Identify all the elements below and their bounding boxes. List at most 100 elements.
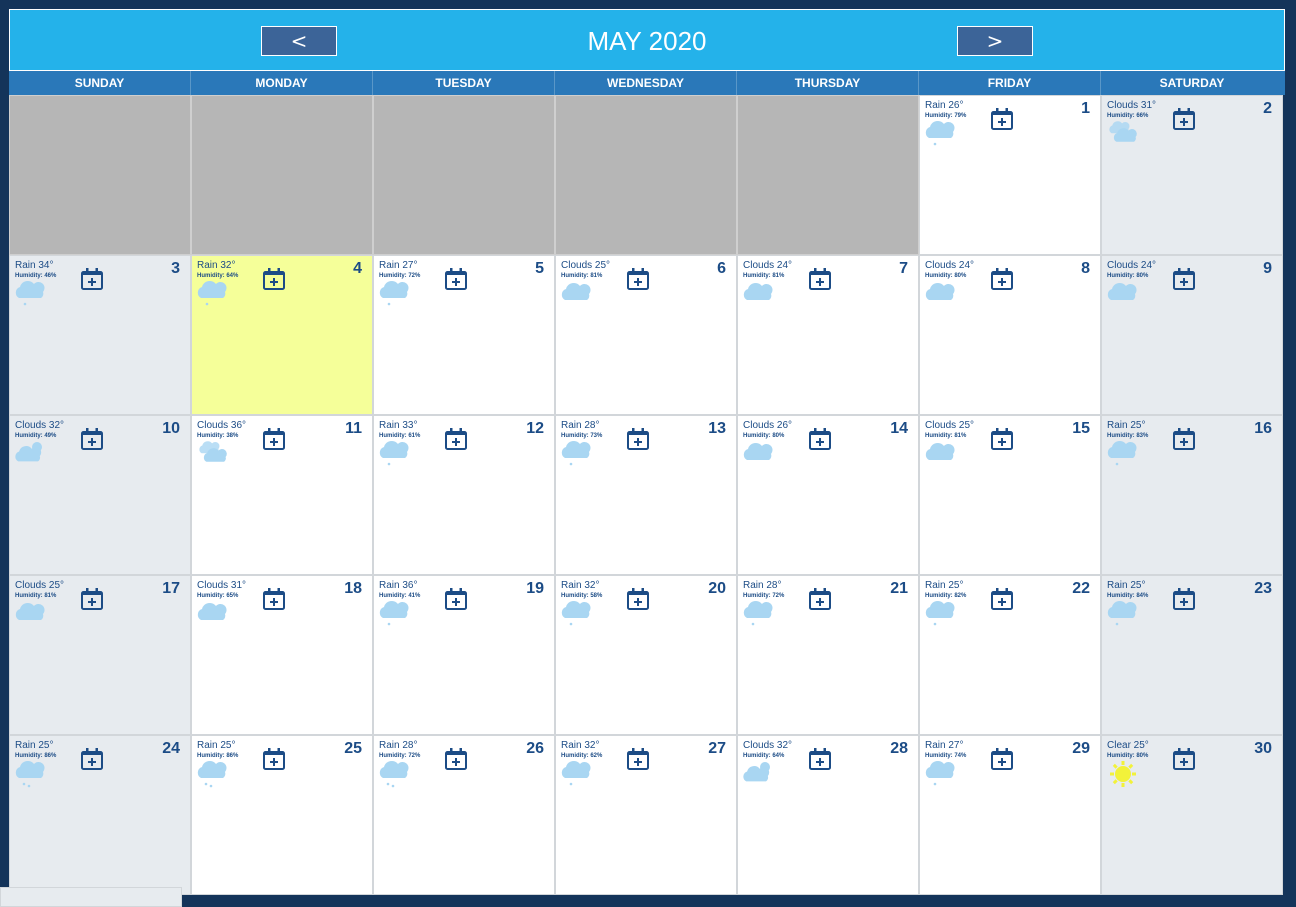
day-cell[interactable]: Rain 25° Humidity: 86% 25 xyxy=(191,735,373,895)
day-cell[interactable]: Clouds 24° Humidity: 80% 9 xyxy=(1101,255,1283,415)
add-event-icon[interactable] xyxy=(626,427,650,451)
day-cell[interactable]: Rain 26° Humidity: 79% 1 xyxy=(919,95,1101,255)
humidity-label: Humidity: 73% xyxy=(561,433,603,439)
day-cell[interactable]: Clouds 25° Humidity: 81% 17 xyxy=(9,575,191,735)
day-cell[interactable]: Rain 25° Humidity: 82% 22 xyxy=(919,575,1101,735)
day-cell[interactable]: Clear 25° Humidity: 80% 30 xyxy=(1101,735,1283,895)
weather-condition: Clouds 25° xyxy=(561,260,611,271)
day-cell[interactable]: Rain 36° Humidity: 41% 19 xyxy=(373,575,555,735)
humidity-label: Humidity: 61% xyxy=(379,433,421,439)
day-number: 6 xyxy=(717,260,726,277)
add-event-icon[interactable] xyxy=(1172,107,1196,131)
humidity-label: Humidity: 58% xyxy=(561,593,603,599)
weather-condition: Clouds 25° xyxy=(15,580,65,591)
day-cell[interactable]: Clouds 24° Humidity: 81% 7 xyxy=(737,255,919,415)
humidity-label: Humidity: 84% xyxy=(1107,593,1149,599)
add-event-icon[interactable] xyxy=(808,747,832,771)
day-number: 27 xyxy=(708,740,726,757)
day-cell[interactable]: Rain 28° Humidity: 72% 21 xyxy=(737,575,919,735)
humidity-label: Humidity: 80% xyxy=(1107,753,1149,759)
day-cell[interactable]: Rain 27° Humidity: 72% 5 xyxy=(373,255,555,415)
empty-day-cell xyxy=(737,95,919,255)
day-cell[interactable]: Clouds 31° Humidity: 65% 18 xyxy=(191,575,373,735)
add-event-icon[interactable] xyxy=(808,587,832,611)
day-cell[interactable]: Rain 25° Humidity: 84% 23 xyxy=(1101,575,1283,735)
day-cell[interactable]: Rain 33° Humidity: 61% 12 xyxy=(373,415,555,575)
add-event-icon[interactable] xyxy=(80,587,104,611)
weather-condition: Clouds 36° xyxy=(197,420,247,431)
add-event-icon[interactable] xyxy=(808,267,832,291)
empty-day-cell xyxy=(9,95,191,255)
day-cell[interactable]: Clouds 26° Humidity: 80% 14 xyxy=(737,415,919,575)
next-week-cell-partial[interactable] xyxy=(0,887,182,907)
month-title: MAY 2020 xyxy=(587,26,707,56)
day-cell[interactable]: Clouds 24° Humidity: 80% 8 xyxy=(919,255,1101,415)
day-cell[interactable]: Clouds 36° Humidity: 38% 11 xyxy=(191,415,373,575)
day-number: 11 xyxy=(345,420,362,437)
add-event-icon[interactable] xyxy=(990,427,1014,451)
humidity-label: Humidity: 80% xyxy=(925,273,967,279)
humidity-label: Humidity: 74% xyxy=(925,753,967,759)
calendar-header: < MAY 2020 > xyxy=(9,9,1285,71)
add-event-icon[interactable] xyxy=(444,267,468,291)
add-event-icon[interactable] xyxy=(1172,747,1196,771)
add-event-icon[interactable] xyxy=(1172,427,1196,451)
add-event-icon[interactable] xyxy=(1172,587,1196,611)
empty-day-cell xyxy=(191,95,373,255)
day-cell[interactable]: Rain 34° Humidity: 46% 3 xyxy=(9,255,191,415)
partly-cloudy-icon xyxy=(743,762,770,782)
next-month-button[interactable]: > xyxy=(957,26,1033,56)
add-event-icon[interactable] xyxy=(444,587,468,611)
day-cell[interactable]: Clouds 31° Humidity: 66% 2 xyxy=(1101,95,1283,255)
add-event-icon[interactable] xyxy=(262,747,286,771)
day-number: 15 xyxy=(1072,420,1090,437)
add-event-icon[interactable] xyxy=(80,267,104,291)
add-event-icon[interactable] xyxy=(444,747,468,771)
add-event-icon[interactable] xyxy=(262,587,286,611)
humidity-label: Humidity: 81% xyxy=(15,593,57,599)
add-event-icon[interactable] xyxy=(990,747,1014,771)
humidity-label: Humidity: 82% xyxy=(925,593,967,599)
add-event-icon[interactable] xyxy=(990,587,1014,611)
add-event-icon[interactable] xyxy=(444,427,468,451)
add-event-icon[interactable] xyxy=(80,427,104,451)
day-cell[interactable]: Rain 27° Humidity: 74% 29 xyxy=(919,735,1101,895)
add-event-icon[interactable] xyxy=(990,107,1014,131)
day-cell[interactable]: Clouds 32° Humidity: 49% 10 xyxy=(9,415,191,575)
cloud-icon xyxy=(561,282,591,300)
day-cell[interactable]: Rain 25° Humidity: 83% 16 xyxy=(1101,415,1283,575)
add-event-icon[interactable] xyxy=(990,267,1014,291)
day-grid: Rain 26° Humidity: 79% 1 Clouds 31° Humidit… xyxy=(9,95,1285,895)
weekday-label: SATURDAY xyxy=(1159,76,1225,90)
add-event-icon[interactable] xyxy=(626,587,650,611)
weather-condition: Rain 27° xyxy=(379,260,418,271)
weekday-label: TUESDAY xyxy=(373,71,555,95)
day-number: 29 xyxy=(1072,740,1090,757)
day-number: 12 xyxy=(526,420,544,437)
day-cell[interactable]: Rain 25° Humidity: 86% 24 xyxy=(9,735,191,895)
day-cell[interactable]: Rain 32° Humidity: 64% 4 xyxy=(191,255,373,415)
add-event-icon[interactable] xyxy=(626,747,650,771)
day-cell[interactable]: Rain 28° Humidity: 72% 26 xyxy=(373,735,555,895)
humidity-label: Humidity: 86% xyxy=(197,753,239,759)
weather-condition: Rain 34° xyxy=(15,260,54,271)
add-event-icon[interactable] xyxy=(80,747,104,771)
add-event-icon[interactable] xyxy=(262,427,286,451)
add-event-icon[interactable] xyxy=(626,267,650,291)
day-cell[interactable]: Rain 28° Humidity: 73% 13 xyxy=(555,415,737,575)
add-event-icon[interactable] xyxy=(262,267,286,291)
humidity-label: Humidity: 64% xyxy=(197,273,239,279)
day-cell[interactable]: Rain 32° Humidity: 58% 20 xyxy=(555,575,737,735)
day-cell[interactable]: Clouds 32° Humidity: 64% 28 xyxy=(737,735,919,895)
add-event-icon[interactable] xyxy=(1172,267,1196,291)
humidity-label: Humidity: 38% xyxy=(197,433,239,439)
day-cell[interactable]: Clouds 25° Humidity: 81% 6 xyxy=(555,255,737,415)
day-cell[interactable]: Rain 32° Humidity: 62% 27 xyxy=(555,735,737,895)
weather-condition: Rain 36° xyxy=(379,580,418,591)
weather-condition: Clouds 32° xyxy=(743,740,793,751)
day-number: 20 xyxy=(708,580,726,597)
day-cell[interactable]: Clouds 25° Humidity: 81% 15 xyxy=(919,415,1101,575)
humidity-label: Humidity: 86% xyxy=(15,753,57,759)
add-event-icon[interactable] xyxy=(808,427,832,451)
humidity-label: Humidity: 64% xyxy=(743,753,785,759)
